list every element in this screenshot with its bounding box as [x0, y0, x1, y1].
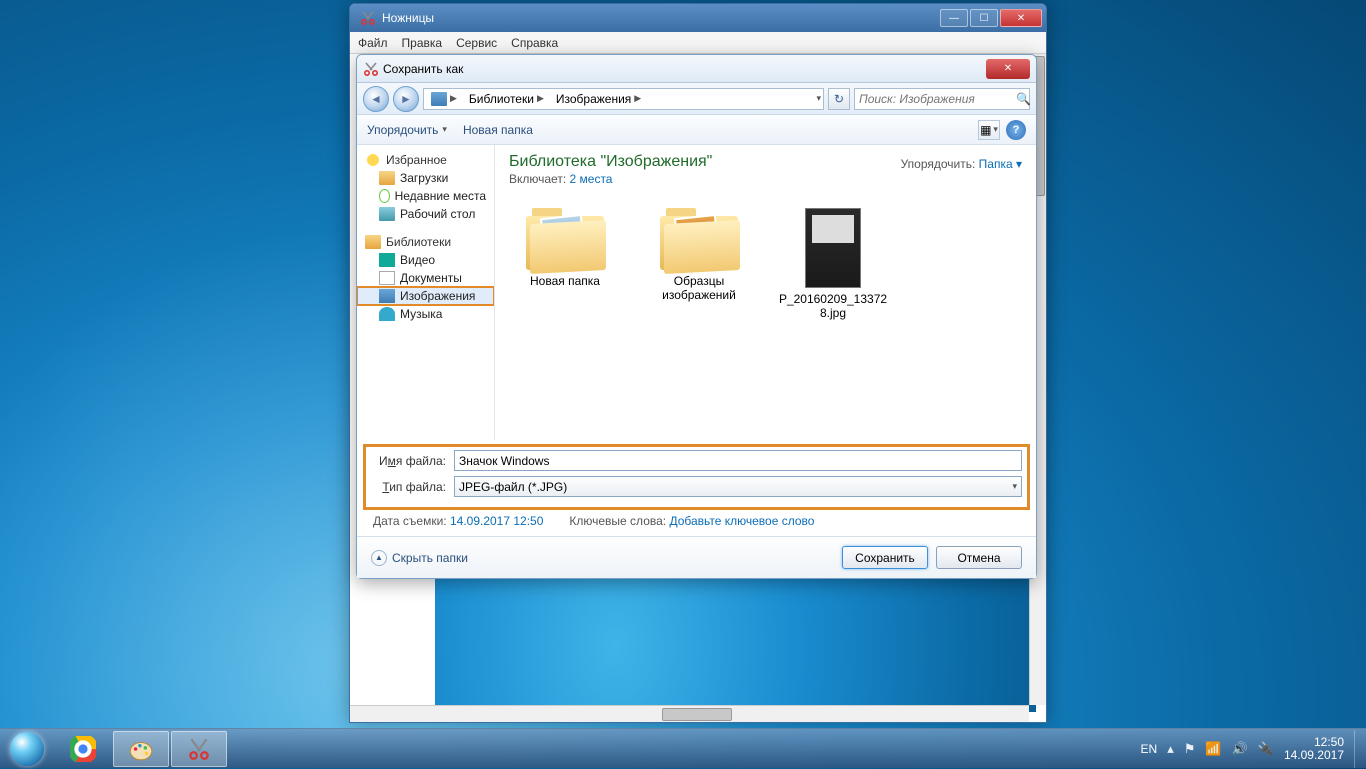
menu-help[interactable]: Справка: [511, 36, 558, 50]
organize-button[interactable]: Упорядочить ▾: [367, 123, 447, 137]
filename-label: Имя файла:: [371, 454, 446, 468]
file-list-pane: Библиотека "Изображения" Включает: 2 мес…: [495, 145, 1036, 440]
menu-edit[interactable]: Правка: [402, 36, 443, 50]
chevron-up-icon: ▲: [371, 550, 387, 566]
scissors-icon: [186, 736, 212, 762]
start-orb-icon: [10, 732, 44, 766]
scrollbar-horizontal[interactable]: [350, 705, 1029, 722]
star-icon: [365, 153, 381, 167]
help-button[interactable]: ?: [1006, 120, 1026, 140]
includes-link[interactable]: 2 места: [570, 172, 613, 186]
breadcrumb-pictures: Изображения ▶: [551, 92, 646, 106]
folder-icon: [660, 208, 738, 270]
tree-music[interactable]: Музыка: [357, 305, 494, 323]
date-value[interactable]: 14.09.2017 12:50: [450, 514, 543, 528]
taskbar-app-paint[interactable]: [113, 731, 169, 767]
minimize-button[interactable]: —: [940, 9, 968, 27]
start-button[interactable]: [0, 729, 54, 769]
menu-tools[interactable]: Сервис: [456, 36, 497, 50]
desktop-icon: [379, 207, 395, 221]
breadcrumb-dropdown-icon[interactable]: ▾: [816, 93, 821, 104]
chevron-up-icon[interactable]: ▴: [1167, 741, 1174, 757]
language-indicator[interactable]: EN: [1141, 742, 1158, 756]
search-box[interactable]: 🔍: [854, 88, 1030, 110]
music-icon: [379, 307, 395, 321]
snipping-titlebar[interactable]: Ножницы — ☐ ✕: [350, 4, 1046, 32]
library-icon: [365, 235, 381, 249]
download-icon: [379, 171, 395, 185]
filetype-label: Тип файла:: [371, 480, 446, 494]
tree-documents[interactable]: Документы: [357, 269, 494, 287]
power-icon[interactable]: 🔌: [1258, 741, 1274, 757]
maximize-button[interactable]: ☐: [970, 9, 998, 27]
taskbar: EN ▴ ⚑ 📶 🔊 🔌 12:50 14.09.2017: [0, 728, 1366, 768]
tree-pictures[interactable]: Изображения: [357, 287, 494, 305]
view-mode-button[interactable]: ▦ ▾: [978, 120, 1000, 140]
tree-favorites-header[interactable]: Избранное: [357, 151, 494, 169]
folder-icon: [526, 208, 604, 270]
flag-icon[interactable]: ⚑: [1184, 741, 1196, 757]
tags-link[interactable]: Добавьте ключевое слово: [669, 514, 814, 528]
arrange-link[interactable]: Папка ▾: [979, 157, 1022, 171]
date-taken: Дата съемки: 14.09.2017 12:50: [373, 514, 543, 528]
video-icon: [379, 253, 395, 267]
new-folder-button[interactable]: Новая папка: [463, 123, 533, 137]
tray-clock[interactable]: 12:50 14.09.2017: [1284, 736, 1344, 762]
pictures-icon: [431, 92, 447, 106]
file-item-folder[interactable]: Новая папка: [509, 208, 621, 320]
breadcrumb-libraries: Библиотеки ▶: [464, 92, 549, 106]
filename-input[interactable]: [454, 450, 1022, 471]
arrange-by: Упорядочить: Папка ▾: [901, 157, 1022, 171]
refresh-button[interactable]: ↻: [828, 88, 850, 110]
dialog-button-bar: ▲ Скрыть папки Сохранить Отмена: [357, 536, 1036, 578]
volume-icon[interactable]: 🔊: [1232, 741, 1248, 757]
forward-button[interactable]: ►: [393, 86, 419, 112]
filetype-select[interactable]: JPEG-файл (*.JPG)▾: [454, 476, 1022, 497]
show-desktop-button[interactable]: [1354, 730, 1362, 768]
saveas-title: Сохранить как: [383, 62, 463, 76]
chrome-icon: [70, 736, 96, 762]
paint-icon: [128, 736, 154, 762]
file-item-folder-samples[interactable]: Образцы изображений: [643, 208, 755, 320]
file-item-image[interactable]: P_20160209_133728.jpg: [777, 208, 889, 320]
image-thumbnail: [805, 208, 861, 288]
back-button[interactable]: ◄: [363, 86, 389, 112]
search-input[interactable]: [859, 92, 1016, 106]
cancel-button[interactable]: Отмена: [936, 546, 1022, 569]
close-button[interactable]: ✕: [1000, 9, 1042, 27]
library-includes: Включает: 2 места: [509, 172, 1022, 186]
tree-recent[interactable]: Недавние места: [357, 187, 494, 205]
menu-file[interactable]: Файл: [358, 36, 388, 50]
navigation-tree: Избранное Загрузки Недавние места Рабочи…: [357, 145, 495, 440]
snipping-menubar: Файл Правка Сервис Справка: [350, 32, 1046, 54]
recent-icon: [379, 189, 390, 203]
tree-downloads[interactable]: Загрузки: [357, 169, 494, 187]
scissors-icon: [363, 61, 379, 77]
tree-desktop[interactable]: Рабочий стол: [357, 205, 494, 223]
scissors-icon: [360, 10, 376, 26]
navigation-bar: ◄ ► ▶ Библиотеки ▶ Изображения ▶ ▾ ↻ 🔍: [357, 83, 1036, 115]
save-button[interactable]: Сохранить: [842, 546, 928, 569]
taskbar-app-snipping[interactable]: [171, 731, 227, 767]
taskbar-app-chrome[interactable]: [55, 731, 111, 767]
tags-field: Ключевые слова: Добавьте ключевое слово: [569, 514, 814, 528]
document-icon: [379, 271, 395, 285]
search-icon[interactable]: 🔍: [1016, 92, 1031, 106]
breadcrumb[interactable]: ▶ Библиотеки ▶ Изображения ▶ ▾: [423, 88, 824, 110]
system-tray: EN ▴ ⚑ 📶 🔊 🔌 12:50 14.09.2017: [1141, 730, 1366, 768]
saveas-toolbar: Упорядочить ▾ Новая папка ▦ ▾ ?: [357, 115, 1036, 145]
tree-libraries-header[interactable]: Библиотеки: [357, 233, 494, 251]
hide-folders-button[interactable]: ▲ Скрыть папки: [371, 550, 468, 566]
saveas-titlebar[interactable]: Сохранить как ✕: [357, 55, 1036, 83]
pictures-icon: [379, 289, 395, 303]
network-icon[interactable]: 📶: [1205, 741, 1221, 757]
tree-videos[interactable]: Видео: [357, 251, 494, 269]
save-as-dialog: Сохранить как ✕ ◄ ► ▶ Библиотеки ▶ Изобр…: [356, 54, 1037, 579]
file-fields: Имя файла: Тип файла: JPEG-файл (*.JPG)▾…: [357, 440, 1036, 536]
highlighted-fields: Имя файла: Тип файла: JPEG-файл (*.JPG)▾: [367, 448, 1026, 506]
snipping-title: Ножницы: [382, 11, 434, 25]
close-button[interactable]: ✕: [986, 59, 1030, 79]
